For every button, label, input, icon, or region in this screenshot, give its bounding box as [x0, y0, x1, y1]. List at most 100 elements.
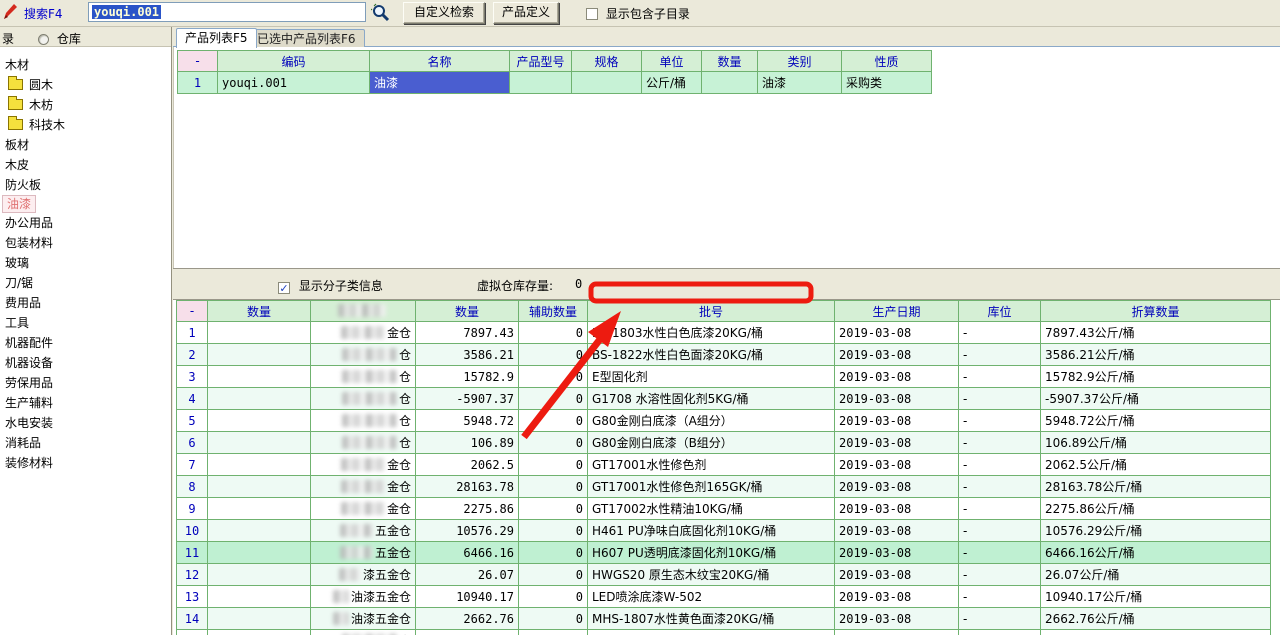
stock-cell-qty[interactable]: 5948.72: [416, 410, 519, 432]
stock-col-header[interactable]: 折算数量: [1041, 301, 1271, 322]
stock-cell-loc[interactable]: -: [959, 498, 1041, 520]
stock-cell-qty[interactable]: 106.89: [416, 432, 519, 454]
stock-cell-loc[interactable]: -: [959, 322, 1041, 344]
stock-cell-loc[interactable]: -: [959, 564, 1041, 586]
warehouse-radio[interactable]: [38, 34, 49, 45]
stock-cell-qty1[interactable]: [208, 564, 311, 586]
stock-cell-qty1[interactable]: [208, 366, 311, 388]
stock-cell-num[interactable]: 15: [177, 630, 208, 635]
stock-row[interactable]: 4仓-5907.370G1708 水溶性固化剂5KG/桶2019-03-08--…: [177, 388, 1271, 410]
tree-item[interactable]: 圆木: [0, 75, 171, 95]
stock-cell-aux[interactable]: 0: [519, 388, 588, 410]
stock-cell-conv[interactable]: 106.89公斤/桶: [1041, 432, 1271, 454]
stock-col-header[interactable]: [311, 301, 416, 322]
stock-cell-warehouse[interactable]: 五金仓: [311, 542, 416, 564]
stock-cell-qty[interactable]: 15782.9: [416, 366, 519, 388]
tree-item[interactable]: 劳保用品: [0, 373, 171, 393]
stock-cell-date[interactable]: 2019-03-08: [835, 608, 959, 630]
product-cell-model[interactable]: [510, 72, 572, 94]
stock-cell-qty1[interactable]: [208, 608, 311, 630]
stock-cell-num[interactable]: 3: [177, 366, 208, 388]
stock-row[interactable]: 15仓: [177, 630, 1271, 635]
stock-cell-date[interactable]: 2019-03-08: [835, 454, 959, 476]
stock-cell-batch[interactable]: GT17001水性修色剂: [588, 454, 835, 476]
stock-cell-aux[interactable]: 0: [519, 520, 588, 542]
stock-cell-batch[interactable]: H607 PU透明底漆固化剂10KG/桶: [588, 542, 835, 564]
stock-cell-num[interactable]: 2: [177, 344, 208, 366]
stock-cell-date[interactable]: 2019-03-08: [835, 520, 959, 542]
tree-item[interactable]: 装修材料: [0, 453, 171, 473]
stock-cell-batch[interactable]: G1708 水溶性固化剂5KG/桶: [588, 388, 835, 410]
stock-cell-aux[interactable]: 0: [519, 454, 588, 476]
stock-row[interactable]: 8金仓28163.780GT17001水性修色剂165GK/桶2019-03-0…: [177, 476, 1271, 498]
stock-cell-qty1[interactable]: [208, 388, 311, 410]
stock-cell-qty[interactable]: 10940.17: [416, 586, 519, 608]
stock-cell-qty1[interactable]: [208, 520, 311, 542]
stock-row[interactable]: 10五金仓10576.290H461 PU净味白底固化剂10KG/桶2019-0…: [177, 520, 1271, 542]
stock-cell-num[interactable]: 13: [177, 586, 208, 608]
stock-cell-qty[interactable]: 7897.43: [416, 322, 519, 344]
tree-item[interactable]: 水电安装: [0, 413, 171, 433]
stock-cell-warehouse[interactable]: 油漆五金仓: [311, 586, 416, 608]
stock-row[interactable]: 12漆五金仓26.070HWGS20 原生态木纹宝20KG/桶2019-03-0…: [177, 564, 1271, 586]
product-col-header[interactable]: 规格: [572, 51, 642, 72]
show-subdir-checkbox[interactable]: [586, 8, 598, 20]
stock-cell-date[interactable]: 2019-03-08: [835, 388, 959, 410]
stock-cell-qty[interactable]: 2275.86: [416, 498, 519, 520]
tree-item-selected[interactable]: 油漆: [2, 195, 36, 213]
tree-item[interactable]: 机器配件: [0, 333, 171, 353]
stock-cell-loc[interactable]: -: [959, 388, 1041, 410]
stock-cell-aux[interactable]: 0: [519, 432, 588, 454]
custom-search-button[interactable]: 自定义检索: [403, 2, 485, 24]
stock-cell-warehouse[interactable]: 金仓: [311, 476, 416, 498]
product-cell-qty[interactable]: [702, 72, 758, 94]
stock-cell-loc[interactable]: -: [959, 520, 1041, 542]
stock-cell-date[interactable]: 2019-03-08: [835, 322, 959, 344]
search-magnifier-icon[interactable]: [371, 3, 393, 23]
stock-row[interactable]: 11五金仓6466.160H607 PU透明底漆固化剂10KG/桶2019-03…: [177, 542, 1271, 564]
tree-item[interactable]: 木皮: [0, 155, 171, 175]
stock-cell-conv[interactable]: 7897.43公斤/桶: [1041, 322, 1271, 344]
stock-cell-conv[interactable]: 10576.29公斤/桶: [1041, 520, 1271, 542]
stock-cell-loc[interactable]: -: [959, 454, 1041, 476]
stock-cell-batch[interactable]: H461 PU净味白底固化剂10KG/桶: [588, 520, 835, 542]
stock-cell-num[interactable]: 7: [177, 454, 208, 476]
tab-selected-product-list[interactable]: 已选中产品列表F6: [248, 29, 365, 47]
stock-cell-warehouse[interactable]: 仓: [311, 432, 416, 454]
stock-cell-batch[interactable]: HWGS20 原生态木纹宝20KG/桶: [588, 564, 835, 586]
stock-cell-qty[interactable]: [416, 630, 519, 635]
stock-cell-qty[interactable]: 26.07: [416, 564, 519, 586]
stock-cell-aux[interactable]: [519, 630, 588, 635]
tree-item[interactable]: 科技木: [0, 115, 171, 135]
stock-cell-qty[interactable]: -5907.37: [416, 388, 519, 410]
stock-cell-date[interactable]: [835, 630, 959, 635]
stock-cell-loc[interactable]: -: [959, 432, 1041, 454]
tree-item[interactable]: 办公用品: [0, 213, 171, 233]
stock-cell-qty1[interactable]: [208, 322, 311, 344]
stock-cell-date[interactable]: 2019-03-08: [835, 366, 959, 388]
stock-cell-date[interactable]: 2019-03-08: [835, 410, 959, 432]
stock-cell-batch[interactable]: G80金刚白底漆（B组分）: [588, 432, 835, 454]
stock-cell-qty[interactable]: 2662.76: [416, 608, 519, 630]
product-cell-num[interactable]: 1: [178, 72, 218, 94]
product-col-header[interactable]: 编码: [218, 51, 370, 72]
stock-cell-loc[interactable]: -: [959, 410, 1041, 432]
product-cell-category[interactable]: 油漆: [758, 72, 842, 94]
tree-item[interactable]: 工具: [0, 313, 171, 333]
stock-cell-qty1[interactable]: [208, 344, 311, 366]
stock-cell-aux[interactable]: 0: [519, 322, 588, 344]
tree-item[interactable]: 防火板: [0, 175, 171, 195]
stock-cell-conv[interactable]: 2062.5公斤/桶: [1041, 454, 1271, 476]
stock-cell-warehouse[interactable]: 油漆五金仓: [311, 608, 416, 630]
stock-cell-loc[interactable]: -: [959, 366, 1041, 388]
product-col-header[interactable]: 性质: [842, 51, 932, 72]
stock-col-header[interactable]: 批号: [588, 301, 835, 322]
stock-row[interactable]: 13油漆五金仓10940.170LED喷涂底漆W-5022019-03-08-1…: [177, 586, 1271, 608]
stock-cell-date[interactable]: 2019-03-08: [835, 476, 959, 498]
stock-cell-loc[interactable]: [959, 630, 1041, 635]
stock-row[interactable]: 2仓3586.210BS-1822水性白色面漆20KG/桶2019-03-08-…: [177, 344, 1271, 366]
product-cell-spec[interactable]: [572, 72, 642, 94]
stock-cell-date[interactable]: 2019-03-08: [835, 542, 959, 564]
stock-cell-qty1[interactable]: [208, 586, 311, 608]
stock-cell-warehouse[interactable]: 仓: [311, 388, 416, 410]
